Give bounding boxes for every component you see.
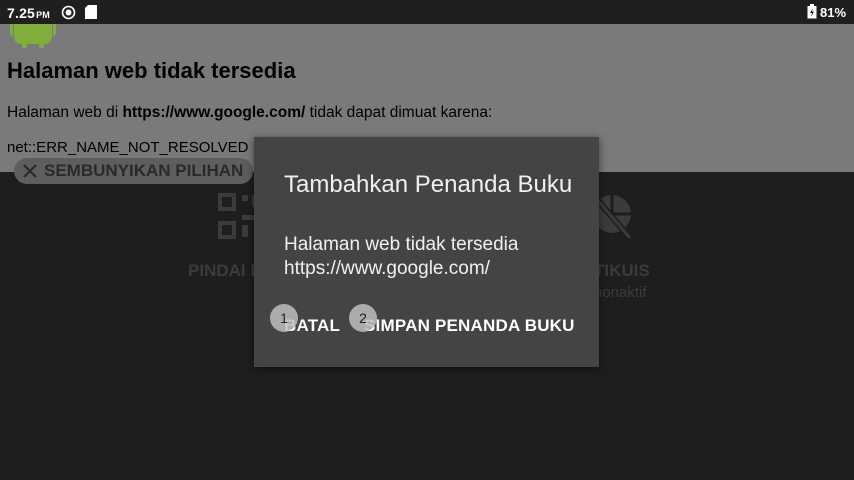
android-icon [10,24,56,48]
bookmark-url: https://www.google.com/ [284,258,490,279]
page-title: Halaman web tidak tersedia [7,58,296,83]
overlay-marker-1: 1 [270,304,298,332]
error-description-prefix: Halaman web di [7,104,123,121]
battery-icon [807,4,817,19]
dialog-body: Halaman web tidak tersedia https://www.g… [284,233,518,281]
sd-card-icon [85,5,97,19]
status-time: 7.25PM [7,5,50,21]
close-icon [23,164,37,178]
add-bookmark-dialog: Tambahkan Penanda Buku Halaman web tidak… [254,137,599,367]
error-url: https://www.google.com/ [122,104,306,121]
status-time-value: 7.25 [7,5,36,21]
error-description: Halaman web di https://www.google.com/ t… [7,104,492,122]
save-bookmark-button[interactable]: SIMPAN PENANDA BUKU [364,316,575,336]
sync-icon [61,5,76,20]
overlay-marker-2: 2 [349,304,377,332]
mouse-option[interactable]: TIKUIS [594,261,650,281]
error-description-suffix: tidak dapat dimuat karena: [305,104,493,121]
error-code: net::ERR_NAME_NOT_RESOLVED [7,139,249,156]
dialog-title: Tambahkan Penanda Buku [284,171,573,198]
battery-percent: 81% [820,5,847,20]
bookmark-title: Halaman web tidak tersedia [284,234,519,255]
hide-options-button[interactable]: SEMBUNYIKAN PILIHAN [14,158,254,184]
mouse-option-status: nonaktif [594,284,647,301]
hide-options-label: SEMBUNYIKAN PILIHAN [44,161,244,180]
status-time-ampm: PM [36,10,50,20]
status-bar: 7.25PM 81% [0,0,854,24]
